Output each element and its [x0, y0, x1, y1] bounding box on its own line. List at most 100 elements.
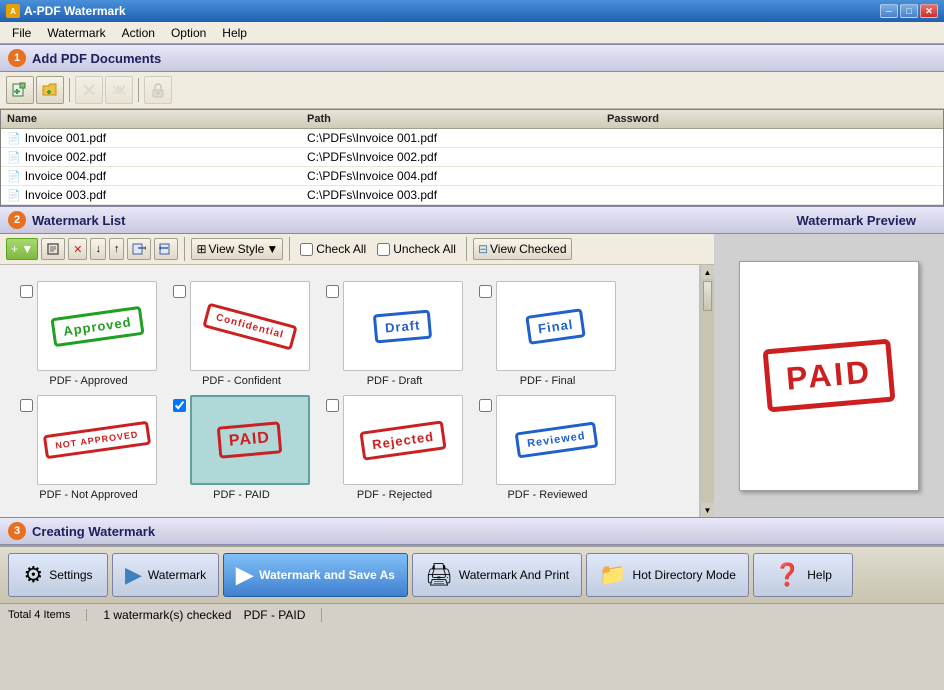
wm-label-not-approved: PDF - Not Approved	[39, 489, 137, 501]
wm-thumb-draft[interactable]: Draft	[343, 281, 463, 371]
wm-thumb-not-approved[interactable]: NOT APPROVED	[37, 395, 157, 485]
watermark-save-icon: ▶	[236, 562, 253, 588]
watermark-toolbar: + ▼ ✕ ↓ ↑ ⊞ View Style ▼	[0, 234, 714, 265]
wm-label-approved: PDF - Approved	[49, 375, 127, 387]
wm-thumb-rejected[interactable]: Rejected	[343, 395, 463, 485]
scroll-track[interactable]	[701, 279, 714, 503]
list-item[interactable]: PAID PDF - PAID	[169, 395, 314, 501]
table-row[interactable]: 📄Invoice 001.pdf C:\PDFs\Invoice 001.pdf	[1, 129, 943, 148]
list-item[interactable]: Reviewed PDF - Reviewed	[475, 395, 620, 501]
move-up-button[interactable]: ↑	[109, 238, 125, 260]
watermark-items: Approved PDF - Approved Confidential	[8, 273, 691, 509]
uncheck-all-label[interactable]: Uncheck All	[373, 242, 460, 256]
wm-check-draft[interactable]	[326, 285, 339, 298]
wm-label-reviewed: PDF - Reviewed	[507, 489, 587, 501]
wm-sep	[184, 237, 185, 261]
add-file-button[interactable]	[6, 76, 34, 104]
pdf-icon: 📄	[7, 170, 21, 183]
table-row[interactable]: 📄Invoice 003.pdf C:\PDFs\Invoice 003.pdf	[1, 186, 943, 205]
table-row[interactable]: 📄Invoice 004.pdf C:\PDFs\Invoice 004.pdf	[1, 167, 943, 186]
settings-label: Settings	[49, 568, 92, 582]
minimize-button[interactable]: ─	[880, 4, 898, 18]
edit-watermark-button[interactable]	[41, 238, 65, 260]
wm-thumb-paid[interactable]: PAID	[190, 395, 310, 485]
preview-stamp: PAID	[762, 339, 895, 413]
check-all-checkbox[interactable]	[300, 243, 313, 256]
watermark-print-button[interactable]: 🖨 Watermark And Print	[412, 553, 582, 597]
file-path-cell: C:\PDFs\Invoice 002.pdf	[307, 150, 607, 164]
menu-option[interactable]: Option	[163, 24, 214, 42]
wm-check-final[interactable]	[479, 285, 492, 298]
list-item[interactable]: Rejected PDF - Rejected	[322, 395, 467, 501]
status-total: Total 4 Items	[8, 609, 87, 621]
file-name-cell: 📄Invoice 001.pdf	[7, 131, 307, 145]
add-folder-button[interactable]	[36, 76, 64, 104]
wm-thumb-reviewed[interactable]: Reviewed	[496, 395, 616, 485]
list-item[interactable]: Confidential PDF - Confident	[169, 281, 314, 387]
hot-directory-button[interactable]: 📁 Hot Directory Mode	[586, 553, 749, 597]
scroll-up-button[interactable]: ▲	[701, 265, 714, 279]
col-path: Path	[307, 113, 607, 125]
check-all-label[interactable]: Check All	[296, 242, 370, 256]
wm-label-confidential: PDF - Confident	[202, 375, 281, 387]
pdf-icon: 📄	[7, 151, 21, 164]
remove-all-button[interactable]	[105, 76, 133, 104]
file-path-cell: C:\PDFs\Invoice 003.pdf	[307, 188, 607, 202]
help-button[interactable]: ❓ Help	[753, 553, 853, 597]
status-checked: 1 watermark(s) checked PDF - PAID	[103, 608, 322, 622]
wm-thumb-confidential[interactable]: Confidential	[190, 281, 310, 371]
menu-bar: File Watermark Action Option Help	[0, 22, 944, 44]
list-item[interactable]: Draft PDF - Draft	[322, 281, 467, 387]
wm-check-paid[interactable]	[173, 399, 186, 412]
folder-icon: 📁	[599, 562, 626, 588]
watermark-save-label: Watermark and Save As	[259, 568, 395, 582]
password-button[interactable]	[144, 76, 172, 104]
menu-action[interactable]: Action	[114, 24, 163, 42]
wm-label-draft: PDF - Draft	[367, 375, 423, 387]
list-item[interactable]: NOT APPROVED PDF - Not Approved	[16, 395, 161, 501]
scrollbar[interactable]: ▲ ▼	[700, 265, 714, 517]
window-controls: ─ □ ✕	[880, 4, 938, 18]
section1-number: 1	[8, 49, 26, 67]
watermark-button[interactable]: ▶ Watermark	[112, 553, 219, 597]
bottom-toolbar: ⚙ Settings ▶ Watermark ▶ Watermark and S…	[0, 545, 944, 603]
wm-check-not-approved[interactable]	[20, 399, 33, 412]
wm-check-approved[interactable]	[20, 285, 33, 298]
file-name-cell: 📄Invoice 003.pdf	[7, 188, 307, 202]
export-button[interactable]	[154, 238, 178, 260]
view-style-button[interactable]: ⊞ View Style ▼	[191, 238, 283, 260]
menu-file[interactable]: File	[4, 24, 39, 42]
wm-check-reviewed[interactable]	[479, 399, 492, 412]
move-down-button[interactable]: ↓	[90, 238, 106, 260]
print-icon: 🖨	[425, 562, 453, 588]
section3-number: 3	[8, 522, 26, 540]
preview-title: Watermark Preview	[797, 213, 916, 228]
list-item[interactable]: Final PDF - Final	[475, 281, 620, 387]
add-watermark-button[interactable]: + ▼	[6, 238, 38, 260]
wm-check-confidential[interactable]	[173, 285, 186, 298]
wm-thumb-final[interactable]: Final	[496, 281, 616, 371]
settings-button[interactable]: ⚙ Settings	[8, 553, 108, 597]
view-checked-button[interactable]: ⊟ View Checked	[473, 238, 572, 260]
status-bar: Total 4 Items 1 watermark(s) checked PDF…	[0, 603, 944, 625]
uncheck-all-checkbox[interactable]	[377, 243, 390, 256]
section3-title: Creating Watermark	[32, 524, 155, 539]
scroll-down-button[interactable]: ▼	[701, 503, 714, 517]
scroll-thumb[interactable]	[703, 281, 712, 311]
settings-icon: ⚙	[23, 562, 43, 588]
section1-title: Add PDF Documents	[32, 51, 161, 66]
wm-check-rejected[interactable]	[326, 399, 339, 412]
remove-button[interactable]	[75, 76, 103, 104]
maximize-button[interactable]: □	[900, 4, 918, 18]
close-button[interactable]: ✕	[920, 4, 938, 18]
list-item[interactable]: Approved PDF - Approved	[16, 281, 161, 387]
watermark-save-button[interactable]: ▶ Watermark and Save As	[223, 553, 408, 597]
hot-directory-label: Hot Directory Mode	[633, 568, 736, 582]
table-row[interactable]: 📄Invoice 002.pdf C:\PDFs\Invoice 002.pdf	[1, 148, 943, 167]
file-list: Name Path Password 📄Invoice 001.pdf C:\P…	[0, 109, 944, 206]
menu-help[interactable]: Help	[214, 24, 255, 42]
import-button[interactable]	[127, 238, 151, 260]
delete-watermark-button[interactable]: ✕	[68, 238, 87, 260]
menu-watermark[interactable]: Watermark	[39, 24, 113, 42]
wm-thumb-approved[interactable]: Approved	[37, 281, 157, 371]
